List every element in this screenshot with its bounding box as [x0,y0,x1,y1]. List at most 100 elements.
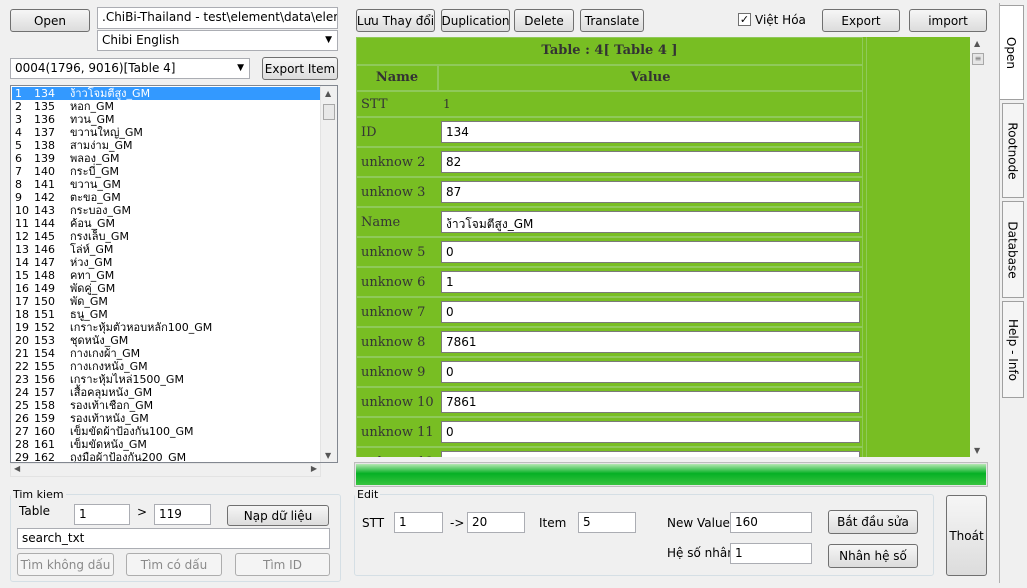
start-edit-button[interactable]: Bắt đầu sửa [828,510,918,534]
search-no-accent-button[interactable]: Tìm không dấu [17,553,114,576]
chevron-down-icon: ▼ [237,63,244,73]
scroll-down-icon[interactable]: ▼ [325,451,331,460]
open-button[interactable]: Open [10,9,90,32]
list-item[interactable]: 23 156 เกราะหุ้มไหล่1500_GM [12,373,322,386]
list-item[interactable]: 11 144 ค้อน_GM [12,217,322,230]
translate-button[interactable]: Translate [580,9,644,32]
list-item-index: 16 [15,282,29,295]
list-item[interactable]: 8 141 ขวาน_GM [12,178,322,191]
list-item-id: 162 [34,451,55,463]
scroll-right-icon[interactable]: ▶ [311,464,317,473]
list-item-id: 141 [34,178,55,191]
vertical-scrollbar[interactable]: ▲ ▼ [320,86,337,462]
grid-row-value-field[interactable]: 0 [441,301,860,323]
delete-button[interactable]: Delete [514,9,574,32]
stt-to-field[interactable]: 20 [467,512,525,533]
grid-row-value-field[interactable]: 134 [441,121,860,143]
tab-database[interactable]: Database [1002,201,1024,298]
list-item[interactable]: 26 159 รองเท้าหนัง_GM [12,412,322,425]
save-changes-button[interactable]: Lưu Thay đổi [356,9,435,32]
stt-from-field[interactable]: 1 [394,512,443,533]
list-item[interactable]: 27 160 เข็มขัดผ้าป้องกัน100_GM [12,425,322,438]
tab-help-info[interactable]: Help - Info [1002,301,1024,398]
stt-row-value: 1 [443,97,451,111]
export-button[interactable]: Export [822,9,900,32]
file-path-field[interactable]: .ChiBi-Thailand - test\element\data\elem… [97,7,338,29]
list-item[interactable]: 20 153 ชุดหนัง_GM [12,334,322,347]
grid-row-value-field[interactable]: 0 [441,361,860,383]
load-data-button[interactable]: Nạp dữ liệu [227,505,329,526]
table-from-field[interactable]: 1 [74,504,130,525]
duplication-button[interactable]: Duplication [441,9,510,32]
table-to-field[interactable]: 119 [154,504,211,525]
grid-row-name: unknow 7 [361,305,426,320]
list-item[interactable]: 14 147 ห่วง_GM [12,256,322,269]
import-button[interactable]: import [909,9,987,32]
list-item[interactable]: 3 136 ทวน_GM [12,113,322,126]
scroll-left-icon[interactable]: ◀ [14,464,20,473]
list-item[interactable]: 25 158 รองเท้าเชือก_GM [12,399,322,412]
table-select[interactable]: 0004(1796, 9016)[Table 4] ▼ [10,58,250,79]
grid-divider [866,37,867,457]
list-item[interactable]: 17 150 พัด_GM [12,295,322,308]
horizontal-scrollbar[interactable]: ◀ ▶ [10,463,321,477]
table-label: Table [19,504,51,518]
coefficient-field[interactable]: 1 [730,543,812,564]
list-item[interactable]: 13 146 โล่ห์_GM [12,243,322,256]
list-item[interactable]: 18 151 ธนู_GM [12,308,322,321]
list-item[interactable]: 2 135 หอก_GM [12,100,322,113]
list-item[interactable]: 21 154 กางเกงผ้า_GM [12,347,322,360]
grid-row-value-field[interactable]: 0 [441,421,860,443]
grid-row: unknow 8 7861 [356,327,863,357]
list-item-index: 27 [15,425,29,438]
list-item[interactable]: 10 143 กระบอง_GM [12,204,322,217]
list-item[interactable]: 7 140 กระบี่_GM [12,165,322,178]
list-item[interactable]: 16 149 พัดคู่_GM [12,282,322,295]
scroll-up-icon[interactable]: ▲ [325,89,331,98]
search-accent-button[interactable]: Tìm có dấu [126,553,222,576]
grid-scrollbar[interactable]: ▲ ≡ ▼ [970,37,987,457]
grid-row-value-field[interactable]: 7861 [441,451,860,457]
item-field[interactable]: 5 [578,512,636,533]
scroll-down-icon[interactable]: ▼ [974,446,980,455]
grid-row-value-field[interactable]: ง้าวโจมตีสูง_GM [441,211,860,233]
list-item-id: 148 [34,269,55,282]
list-item[interactable]: 5 138 สามง่าม_GM [12,139,322,152]
exit-button[interactable]: Thoát [946,495,987,576]
list-item[interactable]: 24 157 เสื้อคลุมหนัง_GM [12,386,322,399]
list-item[interactable]: 1 134 ง้าวโจมตีสูง_GM [12,87,322,100]
grid-row: unknow 7 0 [356,297,863,327]
multiply-button[interactable]: Nhân hệ số [828,544,918,568]
new-value-field[interactable]: 160 [730,512,812,533]
list-item[interactable]: 4 137 ขวานใหญ่_GM [12,126,322,139]
list-item-name: เสื้อคลุมหนัง_GM [70,386,153,399]
grid-row-value-field[interactable]: 7861 [441,391,860,413]
grid-row-value-field[interactable]: 0 [441,241,860,263]
grid-row-value-field[interactable]: 87 [441,181,860,203]
tab-open[interactable]: Open [1000,5,1024,100]
list-item-id: 135 [34,100,55,113]
list-item-id: 150 [34,295,55,308]
search-id-button[interactable]: Tìm ID [235,553,330,576]
list-item[interactable]: 9 142 ตะขอ_GM [12,191,322,204]
export-item-button[interactable]: Export Item [262,57,338,80]
tab-rootnode[interactable]: Rootnode [1002,103,1024,198]
list-item[interactable]: 19 152 เกราะหุ้มตัวหอบหลัก100_GM [12,321,322,334]
search-input[interactable]: search_txt [17,528,330,549]
scrollbar-thumb[interactable] [323,104,335,120]
grid-row-value-field[interactable]: 1 [441,271,860,293]
list-item[interactable]: 6 139 พลอง_GM [12,152,322,165]
list-item[interactable]: 15 148 คทา_GM [12,269,322,282]
scroll-up-icon[interactable]: ▲ [974,39,980,48]
list-item[interactable]: 29 162 ถุงมือผ้าป้องกัน200_GM [12,451,322,463]
list-item[interactable]: 28 161 เข็มขัดหนัง_GM [12,438,322,451]
item-list[interactable]: 1 134 ง้าวโจมตีสูง_GM 2 135 หอก_GM 3 136 ทวน_GM 4… [10,85,338,463]
list-item[interactable]: 12 145 กรงเล็บ_GM [12,230,322,243]
list-item-index: 3 [15,113,22,126]
grid-row-value-field[interactable]: 82 [441,151,860,173]
grid-row-value-field[interactable]: 7861 [441,331,860,353]
scrollbar-thumb[interactable]: ≡ [972,53,984,65]
list-item[interactable]: 22 155 กางเกงหนัง_GM [12,360,322,373]
viet-hoa-checkbox[interactable]: ✓ [738,13,751,26]
language-select[interactable]: Chibi English ▼ [97,30,338,51]
